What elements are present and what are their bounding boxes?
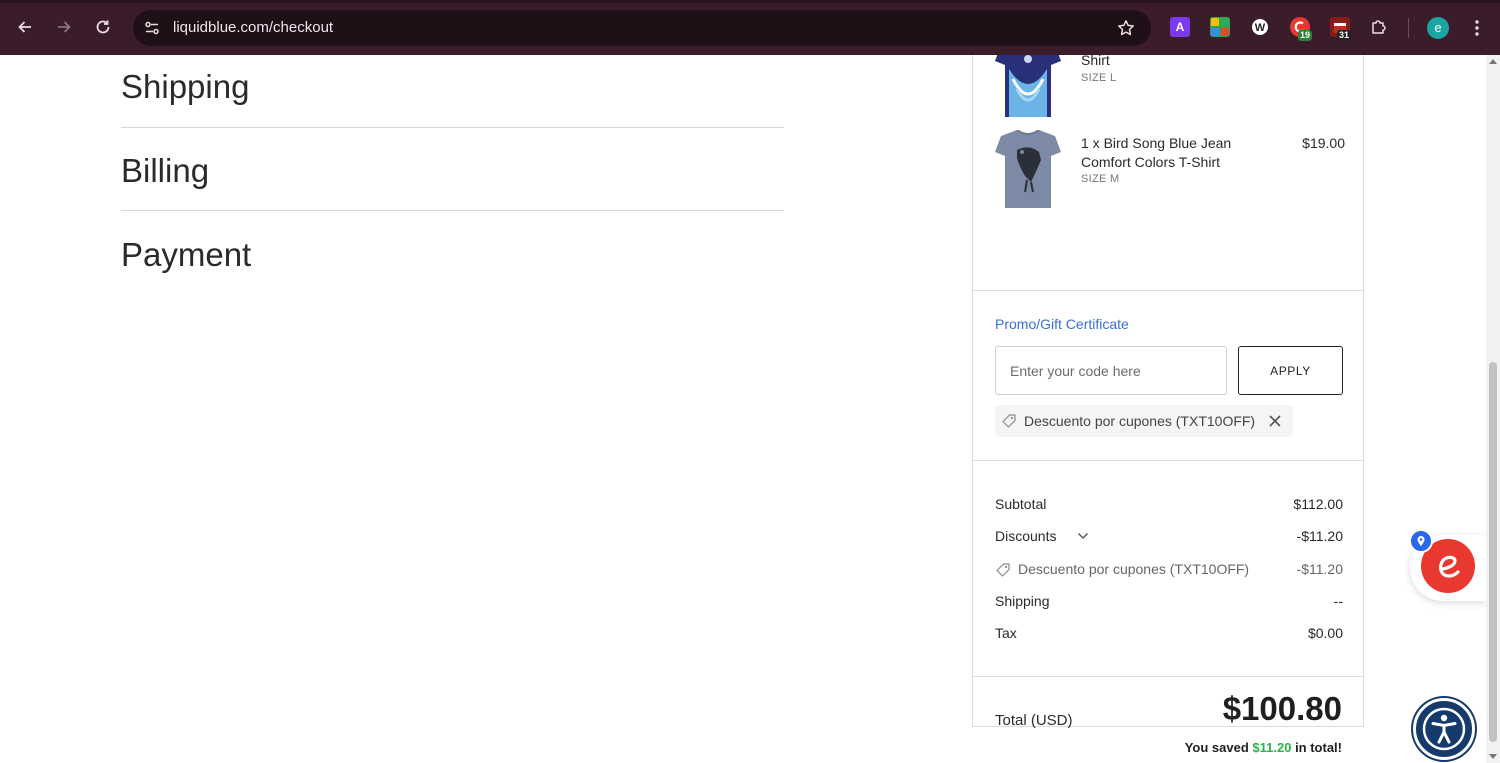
cart-item-size: SIZE L (1081, 72, 1117, 84)
chevron-down-icon[interactable] (1077, 531, 1089, 541)
savings-amount: $11.20 (1252, 740, 1292, 755)
remove-coupon-close-icon[interactable] (1268, 414, 1282, 428)
subtotal-value: $112.00 (1293, 496, 1343, 512)
location-pin-icon (1409, 529, 1433, 553)
section-shipping-title[interactable]: Shipping (121, 68, 249, 106)
tax-value: $0.00 (1307, 625, 1343, 641)
summary-divider (973, 676, 1363, 677)
coupon-discount-label: Descuento por cupones (TXT10OFF) (1018, 561, 1250, 577)
discounts-label[interactable]: Discounts (995, 528, 1056, 544)
extension-badge: 31 (1337, 30, 1352, 41)
savings-message: You saved $11.20 in total! (1185, 740, 1342, 755)
order-summary-card: Shirt SIZE L 1 x Bird Song Blue Jean Com… (972, 55, 1364, 755)
scrollbar-thumb[interactable] (1489, 362, 1497, 742)
extension-sheets-icon[interactable] (1210, 17, 1230, 37)
accessibility-button[interactable] (1413, 698, 1475, 760)
accessibility-icon (1422, 707, 1466, 751)
arrow-left-icon (18, 21, 31, 33)
savings-suffix: in total! (1295, 740, 1342, 755)
forward-button[interactable] (52, 15, 76, 39)
tag-icon (996, 563, 1010, 577)
section-billing-title[interactable]: Billing (121, 152, 209, 190)
summary-divider (973, 290, 1363, 291)
page-scrollbar[interactable] (1486, 55, 1500, 763)
site-settings-icon[interactable] (142, 18, 162, 38)
tie-dye-shirt-thumbnail (995, 55, 1061, 117)
shipping-label: Shipping (995, 593, 1050, 609)
discounts-value: -$11.20 (1296, 528, 1343, 544)
total-value: $100.80 (1222, 690, 1342, 727)
extension-a-icon[interactable]: A (1170, 17, 1190, 37)
bookmark-star-icon[interactable] (1115, 17, 1137, 39)
svg-text:W: W (1255, 22, 1266, 34)
bird-song-shirt-thumbnail (995, 130, 1061, 208)
kebab-menu-icon[interactable] (1467, 17, 1487, 39)
promo-gift-link[interactable]: Promo/Gift Certificate (995, 316, 1129, 332)
tax-label: Tax (995, 625, 1017, 641)
applied-coupon-chip: Descuento por cupones (TXT10OFF) (995, 405, 1293, 437)
scroll-up-arrow-icon[interactable] (1489, 59, 1497, 64)
tag-icon (1002, 414, 1016, 428)
section-divider (121, 127, 784, 128)
scroll-down-arrow-icon[interactable] (1489, 754, 1497, 759)
cart-item-size: SIZE M (1081, 173, 1120, 185)
extension-badge: 19 (1298, 30, 1313, 41)
arrow-right-icon (58, 21, 71, 33)
cart-item-name: Shirt (1081, 55, 1110, 68)
url-text[interactable]: liquidblue.com/checkout (173, 19, 333, 36)
reload-button[interactable] (91, 15, 115, 39)
applied-coupon-label: Descuento por cupones (TXT10OFF) (1024, 413, 1256, 429)
savings-prefix: You saved (1184, 740, 1249, 755)
section-divider (121, 210, 784, 211)
address-bar[interactable]: liquidblue.com/checkout (133, 10, 1151, 46)
promo-code-input[interactable] (995, 346, 1227, 395)
apply-button[interactable]: APPLY (1238, 346, 1343, 395)
cart-item-name: 1 x Bird Song Blue Jean Comfort Colors T… (1081, 135, 1232, 170)
checkout-page: Shipping Billing Payment Shirt SIZE L 1 … (0, 55, 1486, 763)
extension-w-icon[interactable]: W (1250, 17, 1270, 37)
profile-avatar[interactable]: e (1427, 17, 1449, 39)
browser-toolbar: liquidblue.com/checkout A W 19 31 e (0, 0, 1500, 55)
coupon-discount-value: -$11.20 (1296, 561, 1343, 577)
cart-item-price: $19.00 (1302, 135, 1345, 151)
extensions-puzzle-icon[interactable] (1369, 17, 1389, 37)
back-button[interactable] (13, 15, 37, 39)
coupon-extension-widget[interactable] (1408, 529, 1486, 603)
summary-divider (973, 460, 1363, 461)
total-label: Total (USD) (995, 712, 1073, 729)
section-payment-title[interactable]: Payment (121, 236, 251, 274)
toolbar-divider (1408, 18, 1409, 38)
shipping-value: -- (1333, 593, 1343, 609)
reload-icon (96, 20, 110, 34)
subtotal-label: Subtotal (995, 496, 1047, 512)
tab-strip-edge (0, 0, 1500, 3)
